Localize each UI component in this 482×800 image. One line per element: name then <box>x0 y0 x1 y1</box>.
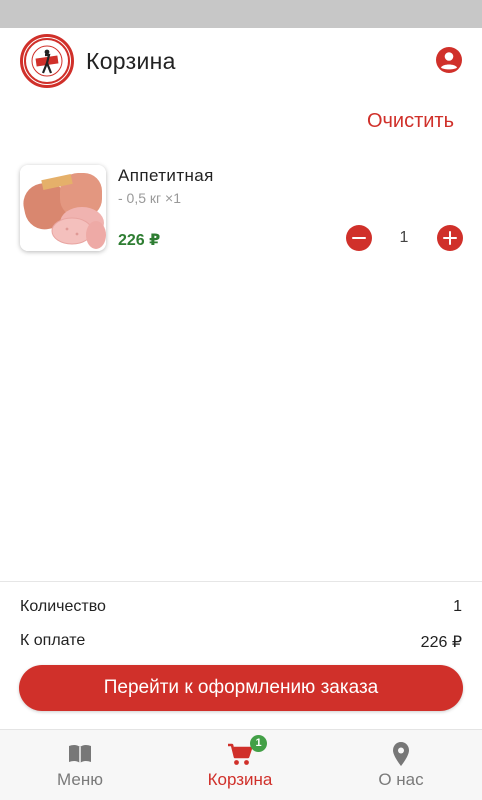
nav-item-about[interactable]: О нас <box>321 730 481 800</box>
product-image[interactable] <box>20 165 106 251</box>
summary-total-row: К оплате 226 ₽ <box>20 632 462 651</box>
page-title: Корзина <box>86 48 176 74</box>
nav-label-about: О нас <box>378 770 424 789</box>
book-icon <box>69 744 91 763</box>
nav-label-cart: Корзина <box>207 770 273 789</box>
quantity-label: Количество <box>20 598 106 615</box>
product-weight: - 0,5 кг ×1 <box>118 190 181 206</box>
product-name: Аппетитная <box>118 166 214 185</box>
quantity-total: 1 <box>453 598 462 615</box>
app-header: Корзина <box>0 28 482 96</box>
cart-count-badge: 1 <box>250 735 267 752</box>
clear-cart-button[interactable]: Очистить <box>367 110 454 133</box>
decrease-quantity-button[interactable] <box>346 225 372 251</box>
brand-logo <box>20 34 74 88</box>
increase-quantity-button[interactable] <box>437 225 463 251</box>
bottom-navigation: Меню 1 Корзина О нас <box>0 729 482 800</box>
total-amount: 226 ₽ <box>420 634 462 651</box>
quantity-value: 1 <box>399 229 409 246</box>
nav-item-menu[interactable]: Меню <box>0 730 160 800</box>
status-bar <box>0 0 482 28</box>
total-label: К оплате <box>20 632 86 649</box>
summary-quantity-row: Количество 1 <box>20 598 462 616</box>
cart-item: Аппетитная - 0,5 кг ×1 226 ₽ 1 <box>0 160 482 260</box>
account-circle-icon[interactable] <box>435 46 463 74</box>
location-pin-icon <box>393 742 409 766</box>
nav-label-menu: Меню <box>57 770 103 789</box>
checkout-button[interactable]: Перейти к оформлению заказа <box>19 665 463 711</box>
nav-item-cart[interactable]: 1 Корзина <box>160 730 320 800</box>
product-price: 226 ₽ <box>118 232 161 249</box>
order-summary: Количество 1 К оплате 226 ₽ Перейти к оф… <box>0 581 482 729</box>
